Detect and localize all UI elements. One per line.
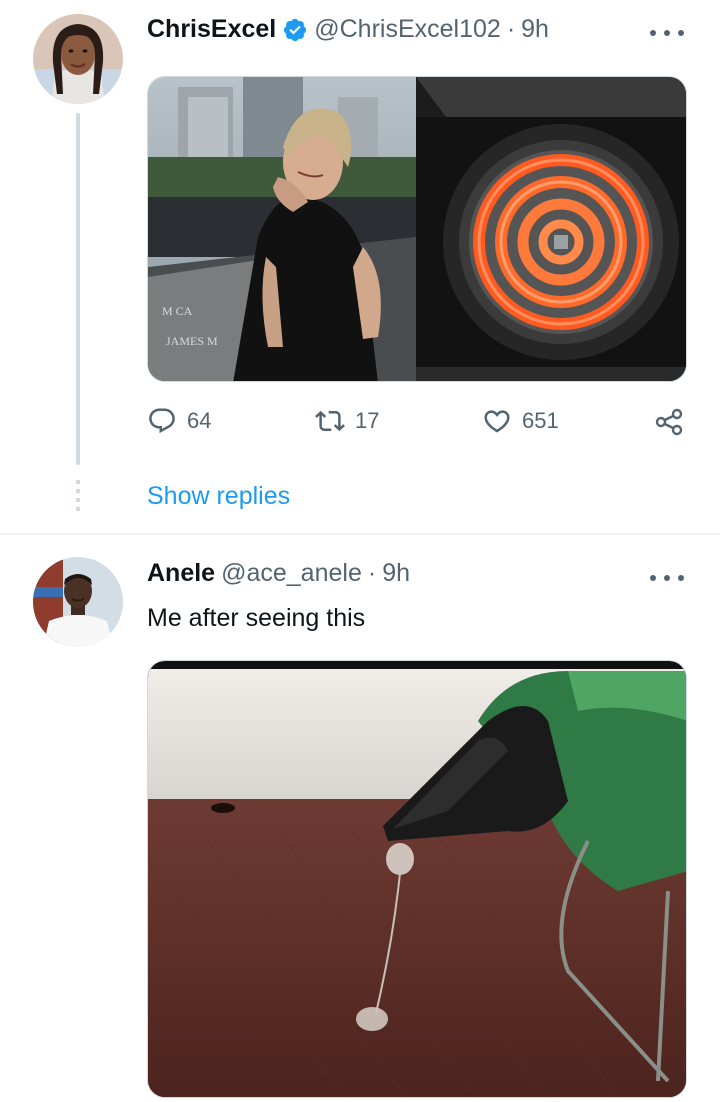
like-count: 651 — [522, 408, 559, 433]
dot-separator: · — [506, 15, 516, 43]
tweet-header: ChrisExcel @ChrisExcel102 · 9h — [147, 15, 549, 44]
svg-text:JAMES M: JAMES M — [166, 334, 218, 348]
author-handle[interactable]: @ace_anele — [221, 559, 362, 588]
avatar-anele[interactable] — [33, 557, 123, 647]
tweet-chrisexcel[interactable]: ChrisExcel @ChrisExcel102 · 9h JAMES M M… — [0, 0, 720, 533]
retweet-icon — [315, 410, 345, 432]
tweet-media-grid[interactable]: JAMES M M CA — [147, 76, 687, 382]
heart-icon — [484, 410, 510, 433]
tweet-header: Anele @ace_anele · 9h — [147, 559, 410, 588]
thread-line — [76, 113, 80, 465]
tweet-text: Me after seeing this — [147, 604, 366, 632]
avatar-chrisexcel[interactable] — [33, 14, 123, 104]
show-replies-link[interactable]: Show replies — [147, 482, 290, 511]
share-button[interactable] — [653, 406, 685, 438]
retweet-count: 17 — [355, 408, 380, 433]
dot-separator: · — [367, 559, 377, 587]
avatar-anele-image — [33, 557, 123, 647]
reply-count: 64 — [187, 408, 212, 433]
share-icon — [655, 408, 683, 436]
glue-gun-drip-photo[interactable] — [147, 660, 687, 1098]
author-name[interactable]: Anele — [147, 559, 215, 588]
svg-text:M CA: M CA — [162, 304, 193, 318]
crying-woman-photo[interactable]: JAMES M M CA — [148, 77, 416, 381]
more-icon[interactable] — [650, 28, 684, 38]
like-button[interactable]: 651 — [482, 406, 559, 436]
electric-stove-coil-photo[interactable] — [416, 77, 686, 381]
retweet-button[interactable]: 17 — [315, 406, 379, 436]
author-name[interactable]: ChrisExcel — [147, 15, 276, 44]
more-icon[interactable] — [650, 573, 684, 583]
reply-button[interactable]: 64 — [147, 406, 211, 436]
reply-icon — [149, 408, 175, 434]
tweet-time[interactable]: 9h — [382, 559, 410, 588]
thread-continuation-dots — [76, 480, 80, 516]
verified-badge-icon — [282, 17, 308, 43]
tweet-actions: 64 17 651 — [147, 406, 687, 446]
author-handle[interactable]: @ChrisExcel102 — [314, 15, 501, 44]
tweet-time[interactable]: 9h — [521, 15, 549, 44]
avatar-chrisexcel-image — [33, 14, 123, 104]
